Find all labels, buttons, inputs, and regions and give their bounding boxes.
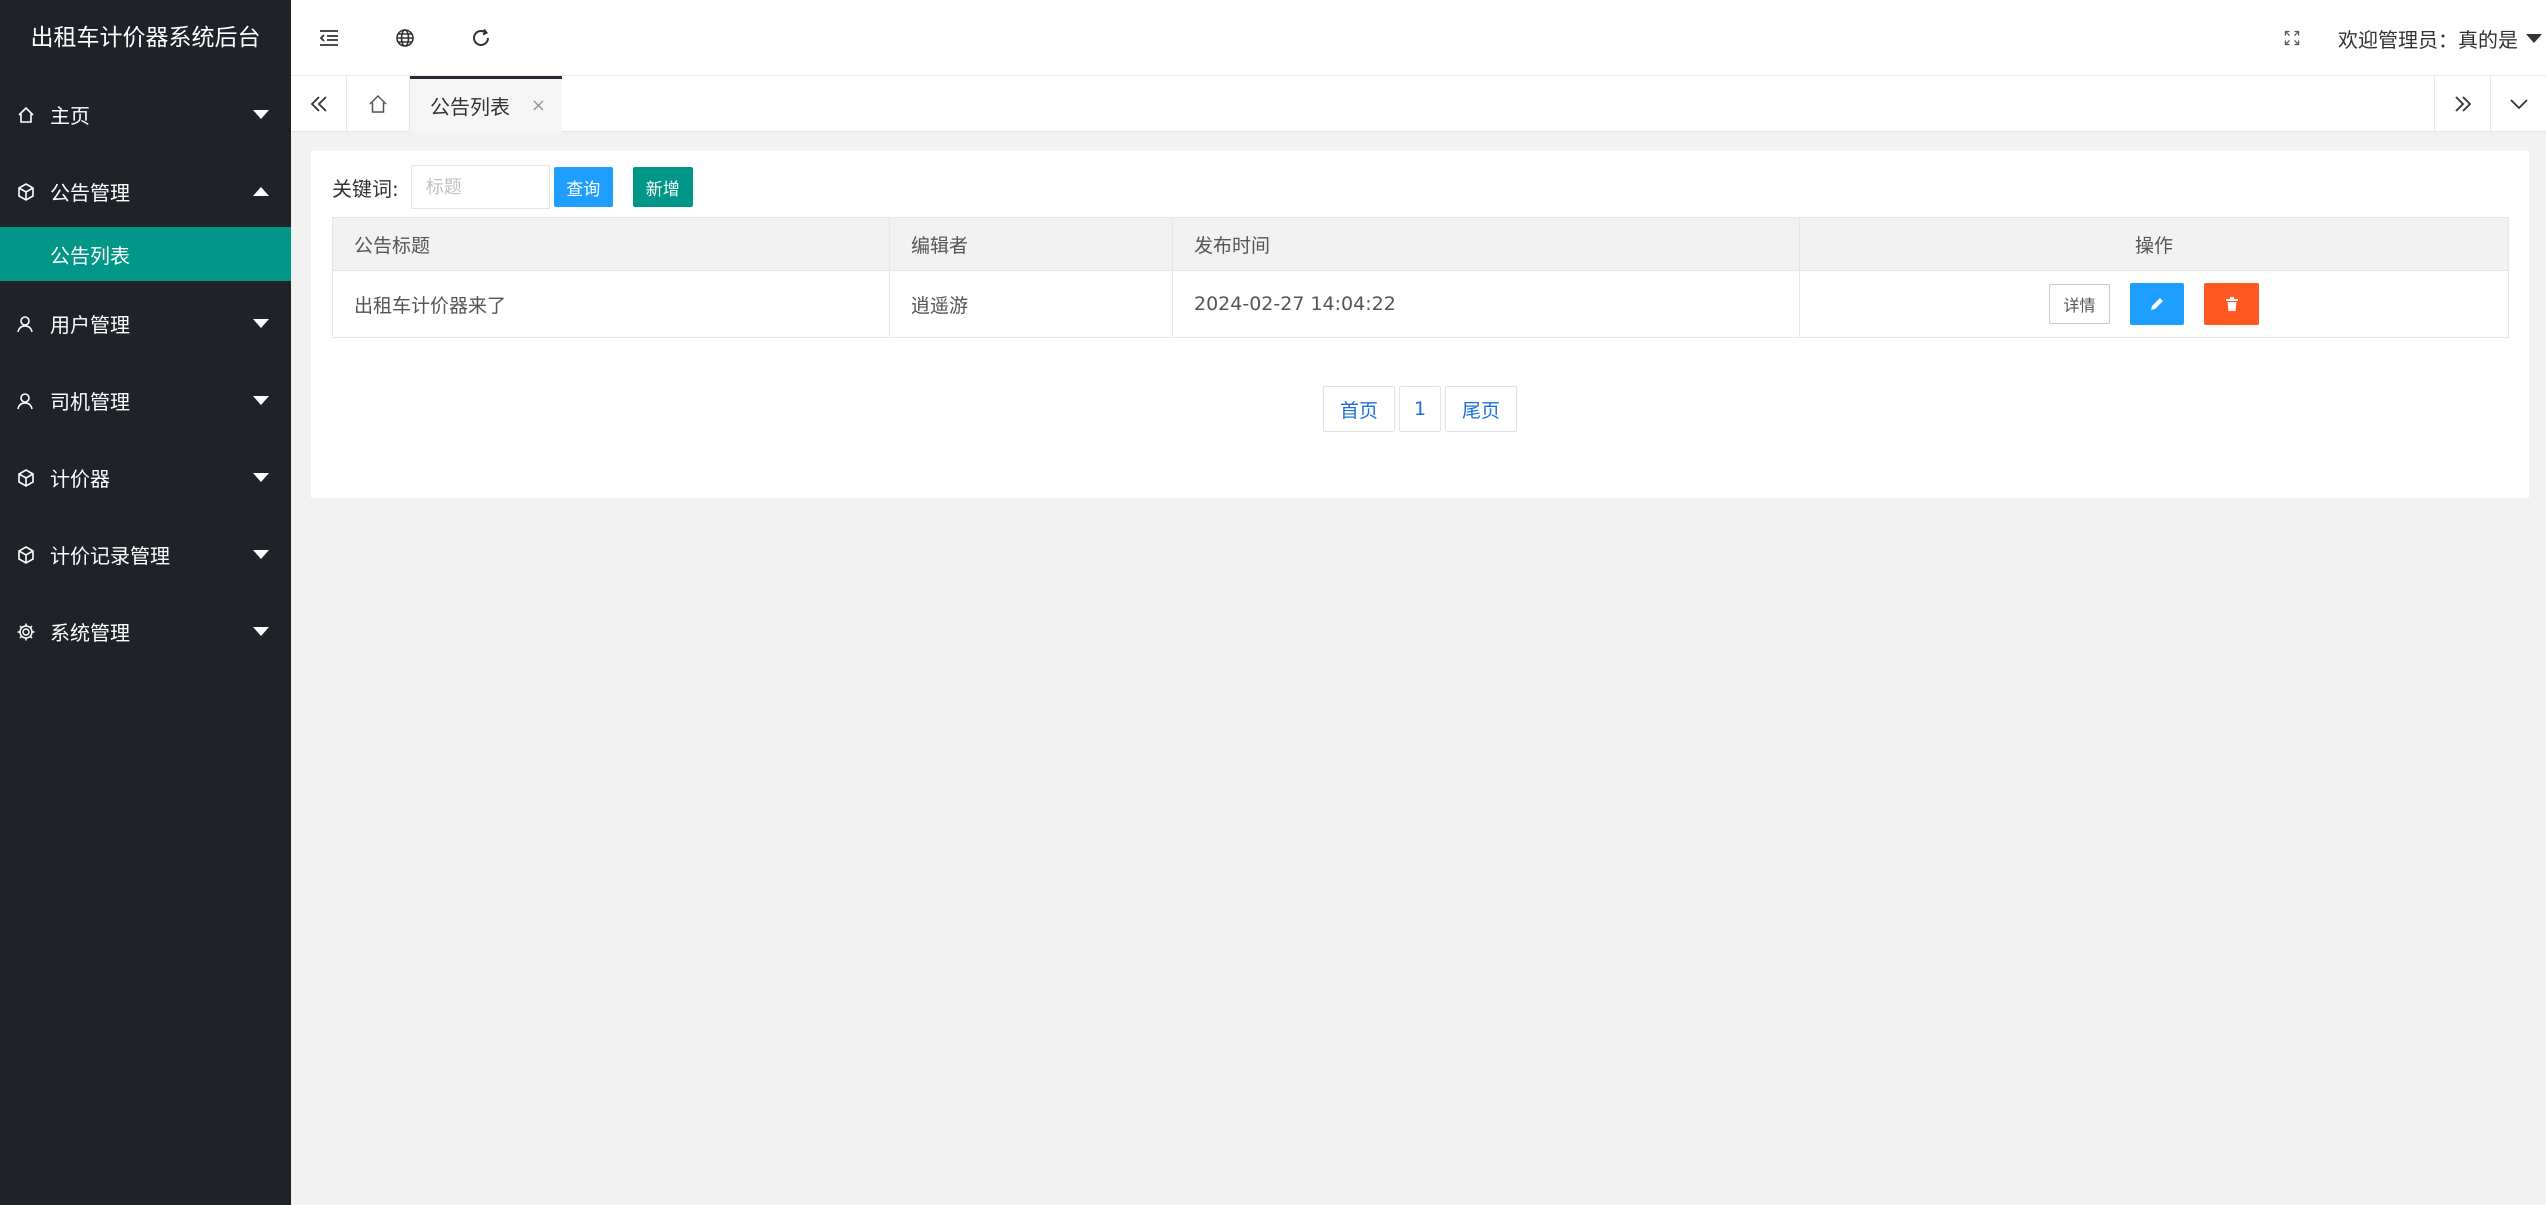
first-page-button[interactable]: 首页 [1322,386,1395,432]
caret-down-icon [2526,33,2542,43]
tabs-bar: 公告列表 × [291,76,2546,132]
cube-icon [14,180,38,204]
sidebar-item-meter-records[interactable]: 计价记录管理 [0,516,291,593]
tab-label: 公告列表 [430,95,510,119]
row-actions: 详情 [2049,283,2259,325]
sidebar-subitem-notice-list[interactable]: 公告列表 [0,227,291,281]
sidebar-item-label: 计价器 [50,467,110,491]
table-row: 出租车计价器来了 逍遥游 2024-02-27 14:04:22 详情 [332,270,2509,338]
keyword-label: 关键词: [332,176,399,201]
user-icon [14,389,38,413]
caret-down-icon [253,395,269,405]
content-card: 关键词: 查询 新增 公告标题 编辑者 发布时间 操作 出租车计价器来了 逍遥游… [311,151,2529,498]
caret-down-icon [253,626,269,636]
cube-icon [14,543,38,567]
pencil-icon [2151,298,2163,310]
column-header-actions: 操作 [1799,217,2509,271]
app-logo-title: 出租车计价器系统后台 [30,25,261,51]
fullscreen-icon [2284,30,2300,46]
sidebar-item-users[interactable]: 用户管理 [0,285,291,362]
website-button[interactable] [367,0,443,76]
delete-button[interactable] [2204,283,2259,325]
admin-user-menu[interactable]: 欢迎管理员：真的是 [2338,0,2546,76]
sidebar-item-label: 公告管理 [50,181,130,205]
search-input[interactable] [410,165,550,209]
sidebar-item-notice[interactable]: 公告管理 [0,153,291,230]
query-button[interactable]: 查询 [553,167,613,207]
cell-actions: 详情 [1799,270,2509,338]
edit-button[interactable] [2130,283,2184,325]
home-icon [14,103,38,127]
globe-icon [396,29,414,47]
double-chevron-right-icon [2454,95,2471,112]
last-page-button[interactable]: 尾页 [1445,386,1518,432]
column-header-editor: 编辑者 [889,217,1173,271]
indent-icon [319,30,338,46]
pagination: 首页 1 尾页 [311,386,2529,432]
cube-icon [14,466,38,490]
welcome-text: 欢迎管理员：真的是 [2338,27,2518,52]
page-number-button[interactable]: 1 [1398,386,1442,432]
sidebar-item-home[interactable]: 主页 [0,76,291,153]
cell-time: 2024-02-27 14:04:22 [1172,270,1800,338]
sidebar-item-label: 司机管理 [50,390,130,414]
double-chevron-left-icon [310,95,327,112]
home-icon [369,94,387,113]
detail-button[interactable]: 详情 [2049,284,2110,324]
sidebar-item-system[interactable]: 系统管理 [0,593,291,670]
tab-notice-list[interactable]: 公告列表 × [410,76,562,132]
table-header-row: 公告标题 编辑者 发布时间 操作 [332,217,2509,271]
sidebar-item-meter[interactable]: 计价器 [0,439,291,516]
sidebar-nav: 主页 公告管理 公告列表 用户管理 司机管理 计价器 计价记录管理 系统管理 [0,76,291,670]
sidebar-item-label: 计价记录管理 [50,544,170,568]
fullscreen-button[interactable] [2262,0,2322,76]
chevron-down-icon [2509,98,2528,109]
cell-title: 出租车计价器来了 [332,270,890,338]
column-header-title: 公告标题 [332,217,890,271]
trash-icon [2225,297,2238,311]
refresh-button[interactable] [443,0,519,76]
close-tab-icon[interactable]: × [531,95,546,116]
sidebar-item-label: 主页 [50,104,90,128]
sidebar-item-label: 系统管理 [50,621,130,645]
caret-down-icon [253,549,269,559]
collapse-menu-button[interactable] [291,0,367,76]
cell-editor: 逍遥游 [889,270,1173,338]
caret-up-icon [253,186,269,196]
search-toolbar: 关键词: 查询 新增 [332,165,693,209]
caret-down-icon [253,109,269,119]
user-icon [14,312,38,336]
column-header-time: 发布时间 [1172,217,1800,271]
add-button[interactable]: 新增 [632,167,693,207]
sidebar-item-label: 用户管理 [50,313,130,337]
refresh-icon [473,28,489,46]
caret-down-icon [253,472,269,482]
notice-table: 公告标题 编辑者 发布时间 操作 出租车计价器来了 逍遥游 2024-02-27… [332,217,2509,338]
tab-home[interactable] [347,76,410,131]
sidebar-item-drivers[interactable]: 司机管理 [0,362,291,439]
caret-down-icon [253,318,269,328]
gear-icon [14,620,38,644]
top-header: 欢迎管理员：真的是 [291,0,2546,76]
tabs-menu-button[interactable] [2490,76,2546,131]
tabs-scroll-left-button[interactable] [291,76,347,131]
sidebar: 出租车计价器系统后台 主页 公告管理 公告列表 用户管理 司机管理 计价器 计价… [0,0,291,1205]
tabs-scroll-right-button[interactable] [2434,76,2490,131]
